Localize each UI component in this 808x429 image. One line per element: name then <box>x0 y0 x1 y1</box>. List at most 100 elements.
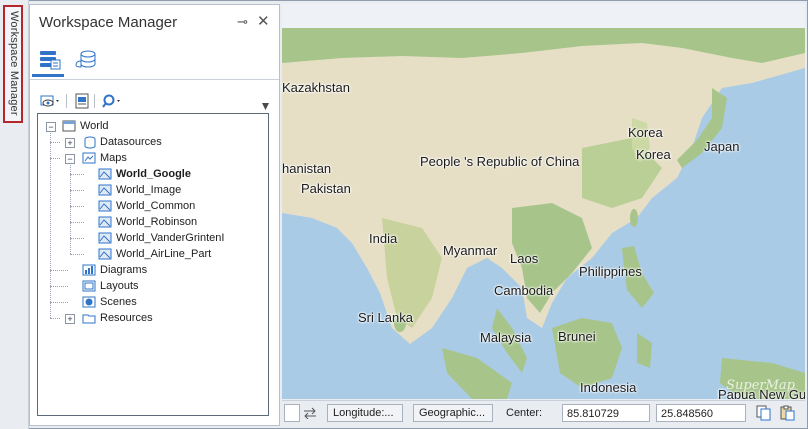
map-icon <box>98 168 112 180</box>
longitude-format-button[interactable]: Longitude:... <box>327 404 403 422</box>
datasources-icon <box>84 136 96 149</box>
tree-node-world[interactable]: World <box>62 118 109 134</box>
tree-node-diagrams[interactable]: Diagrams <box>82 262 147 278</box>
tree-node-map-item[interactable]: World_Common <box>98 198 195 214</box>
tab-datasource[interactable] <box>70 45 102 77</box>
search-dropdown-button[interactable] <box>100 91 124 111</box>
center-y-input[interactable]: 25.848560 <box>656 404 746 422</box>
toolbar-separator <box>94 94 95 108</box>
map-label-korea-north: Korea <box>628 125 663 140</box>
tree-node-map-item[interactable]: World_VanderGrintenI <box>98 230 224 246</box>
map-icon <box>98 248 112 260</box>
tree-node-map-item[interactable]: World_Robinson <box>98 214 197 230</box>
map-icon <box>98 232 112 244</box>
pin-icon[interactable]: ⊸ <box>237 14 248 30</box>
toolbar-separator <box>66 94 67 108</box>
collapse-toggle[interactable]: − <box>46 122 56 132</box>
status-input-empty[interactable] <box>284 404 300 422</box>
tree-guide <box>70 174 84 175</box>
diagrams-icon <box>82 264 96 276</box>
tree-node-maps[interactable]: Maps <box>82 150 127 166</box>
map-label-japan: Japan <box>704 139 740 154</box>
expand-toggle[interactable]: + <box>65 314 75 324</box>
tree-node-resources[interactable]: Resources <box>82 310 153 326</box>
map-status-bar: Longitude:... Geographic... Center: 85.8… <box>282 400 805 427</box>
map-label-philippines: Philippines <box>579 264 642 279</box>
swap-arrows-icon[interactable] <box>303 407 317 419</box>
tree-guide <box>70 238 84 239</box>
tab-workspace-tree[interactable] <box>32 45 64 77</box>
tree-node-map-item[interactable]: World_Google <box>98 166 191 182</box>
map-label-laos: Laos <box>510 251 539 266</box>
tree-guide <box>50 286 68 287</box>
database-icon <box>75 50 96 68</box>
expand-toggle[interactable]: + <box>65 138 75 148</box>
tree-label: World <box>80 120 109 132</box>
close-icon[interactable]: ✕ <box>257 12 270 30</box>
tree-guide <box>50 158 60 159</box>
resources-folder-icon <box>82 314 96 324</box>
center-x-input[interactable]: 85.810729 <box>562 404 650 422</box>
paste-icon[interactable] <box>779 405 795 421</box>
tree-guide <box>50 270 68 271</box>
tree-node-map-item[interactable]: World_Image <box>98 182 181 198</box>
workspace-manager-side-tab[interactable]: Workspace Manager <box>3 5 23 123</box>
panel-tabs <box>30 41 279 80</box>
map-label-china: People 's Republic of China <box>420 154 580 169</box>
tree-label: Datasources <box>100 136 162 148</box>
tree-node-layouts[interactable]: Layouts <box>82 278 139 294</box>
tree-guide <box>50 142 60 143</box>
coordinate-system-button[interactable]: Geographic... <box>413 404 493 422</box>
map-label-kazakhstan: Kazakhstan <box>282 80 350 95</box>
tree-label: World_Common <box>116 200 196 212</box>
map-label-cambodia: Cambodia <box>494 283 554 298</box>
workspace-icon <box>62 120 76 132</box>
tree-node-datasources[interactable]: Datasources <box>82 134 162 150</box>
search-icon <box>102 94 120 108</box>
tree-guide <box>70 206 84 207</box>
map-view[interactable]: Kazakhstan hanistan Pakistan People 's R… <box>282 28 805 399</box>
map-icon <box>98 184 112 196</box>
map-label-afghanistan: hanistan <box>282 161 332 176</box>
copy-icon[interactable] <box>755 405 771 421</box>
map-document-tab-strip <box>282 4 805 29</box>
tree-node-map-item[interactable]: World_AirLine_Part <box>98 246 211 262</box>
tree-node-scenes[interactable]: Scenes <box>82 294 137 310</box>
tree-toolbar <box>37 90 270 112</box>
tree-guide <box>70 190 84 191</box>
workspace-manager-panel: Workspace Manager ⊸ ✕ − World + Datasour… <box>29 4 280 426</box>
side-tab-label: Workspace Manager <box>8 11 20 116</box>
map-label-indonesia: Indonesia <box>580 380 637 395</box>
maps-folder-icon <box>82 152 96 164</box>
document-properties-icon <box>75 93 89 109</box>
map-icon <box>98 216 112 228</box>
toolbar-overflow-icon[interactable] <box>262 103 269 110</box>
tree-label: World_Google <box>116 168 191 180</box>
collapse-toggle[interactable]: − <box>65 154 75 164</box>
map-label-malaysia: Malaysia <box>480 330 532 345</box>
tree-guide <box>70 222 84 223</box>
map-icon <box>98 200 112 212</box>
map-label-pakistan: Pakistan <box>301 181 351 196</box>
map-label-india: India <box>369 231 398 246</box>
tree-guide <box>50 318 60 319</box>
center-label: Center: <box>506 407 543 419</box>
tree-label: Resources <box>100 312 153 324</box>
supermap-watermark: SuperMap <box>726 378 795 393</box>
tree-guide <box>50 302 68 303</box>
eye-layers-icon <box>40 95 59 107</box>
tree-label: World_AirLine_Part <box>116 248 212 260</box>
map-label-srilanka: Sri Lanka <box>358 310 413 325</box>
properties-button[interactable] <box>73 91 91 111</box>
tree-guide <box>70 254 84 255</box>
layouts-icon <box>82 280 96 292</box>
side-dock-strip: Workspace Manager <box>0 0 29 429</box>
map-label-brunei: Brunei <box>558 329 596 344</box>
workspace-tree-icon <box>40 51 61 70</box>
map-label-korea-south: Korea <box>636 147 671 162</box>
tree-label: World_VanderGrintenI <box>116 232 225 244</box>
tree-label: Layouts <box>100 280 139 292</box>
view-dropdown-button[interactable] <box>39 91 63 111</box>
tree-label: World_Image <box>116 184 182 196</box>
tree-label: World_Robinson <box>116 216 198 228</box>
